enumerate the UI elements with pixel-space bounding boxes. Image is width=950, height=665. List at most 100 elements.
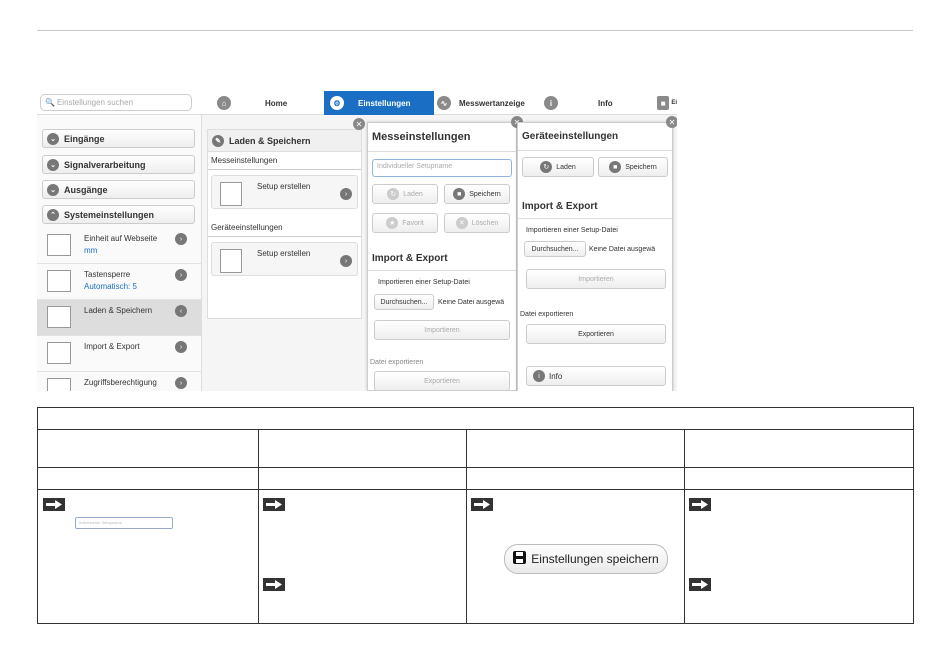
panel-laden-speichern: ✎ Laden & Speichern Messeinstellungen Se… <box>207 129 362 319</box>
chevron-right-icon: › <box>175 233 187 245</box>
access-icon <box>47 378 71 391</box>
tab-info[interactable]: i Info <box>544 91 649 115</box>
arrow-right-icon <box>43 498 65 511</box>
chevron-right-icon: › <box>340 188 352 200</box>
file-status: Keine Datei ausgewä <box>589 246 656 253</box>
settings-screenshot: 🔍 Einstellungen suchen ⌂ Home ⚙ Einstell… <box>37 91 677 391</box>
unit-icon <box>47 234 71 256</box>
import-button[interactable]: Importieren <box>374 320 510 340</box>
info-icon: i <box>544 96 558 110</box>
sidebar-item-zugriff[interactable]: Zugriffsberechtigung › <box>37 372 202 391</box>
tab-einstellungen[interactable]: ⚙ Einstellungen <box>324 91 434 115</box>
import-export-icon <box>47 342 71 364</box>
export-button[interactable]: Exportieren <box>526 324 666 344</box>
column-divider <box>258 430 259 623</box>
instruction-table: Individueller Setupname Einstellungen sp… <box>37 407 914 624</box>
device-icon <box>220 249 242 273</box>
keypad-icon <box>47 270 71 292</box>
table-row <box>38 430 913 468</box>
tab-save[interactable]: ■ Ei <box>657 91 677 115</box>
sidebar: ⌄ Eingänge ⌄ Signalverarbeitung ⌄ Ausgän… <box>37 115 202 391</box>
arrow-right-icon <box>263 578 285 591</box>
group-eingaenge[interactable]: ⌄ Eingänge <box>42 129 195 148</box>
edit-doc-icon <box>47 306 71 328</box>
delete-icon: ✕ <box>455 217 468 229</box>
load-button[interactable]: ↻ Laden <box>372 184 438 204</box>
setup-card-geraet[interactable]: Setup erstellen › <box>211 242 358 276</box>
group-signalverarbeitung[interactable]: ⌄ Signalverarbeitung <box>42 155 195 174</box>
save-settings-button: Einstellungen speichern <box>504 544 668 574</box>
load-icon: ↻ <box>540 161 553 173</box>
setup-card-mess[interactable]: Setup erstellen › <box>211 175 358 209</box>
table-header-row <box>38 408 913 430</box>
home-icon: ⌂ <box>217 96 231 110</box>
search-icon: 🔍 <box>45 98 55 107</box>
export-label: Datei exportieren <box>520 311 574 318</box>
section-title: Geräteeinstellungen <box>208 219 361 237</box>
chevron-right-icon: › <box>340 255 352 267</box>
table-row <box>38 468 913 490</box>
setup-name-input[interactable]: Individueller Setupname <box>372 159 512 177</box>
close-icon[interactable]: ✕ <box>353 118 365 130</box>
panel-geraeteeinstellungen: Geräteeinstellungen ↻ Laden ■ Speichern … <box>517 122 673 391</box>
chevron-down-icon: ⌄ <box>47 132 59 145</box>
lock-icon: ■ <box>609 161 622 173</box>
column-divider <box>684 430 685 623</box>
setup-name-input: Individueller Setupname <box>75 517 173 529</box>
favorite-button[interactable]: ★ Favorit <box>372 213 438 233</box>
tab-bar: 🔍 Einstellungen suchen ⌂ Home ⚙ Einstell… <box>37 91 677 115</box>
column-divider <box>466 430 467 623</box>
search-input[interactable]: 🔍 Einstellungen suchen <box>40 94 192 111</box>
floppy-icon <box>513 551 527 567</box>
tab-home[interactable]: ⌂ Home <box>217 91 322 115</box>
delete-button[interactable]: ✕ Löschen <box>444 213 510 233</box>
sidebar-item-import-export[interactable]: Import & Export › <box>37 336 202 372</box>
section-title: Import & Export <box>368 247 516 271</box>
browse-button[interactable]: Durchsuchen... <box>524 241 586 257</box>
browse-button[interactable]: Durchsuchen... <box>374 294 434 310</box>
document-icon <box>220 182 242 206</box>
load-icon: ↻ <box>387 188 400 200</box>
gauge-icon: ∿ <box>437 96 451 110</box>
export-button[interactable]: Exportieren <box>374 371 510 391</box>
group-systemeinstellungen[interactable]: ⌃ Systemeinstellungen <box>42 205 195 224</box>
lock-icon: ■ <box>453 188 466 200</box>
chevron-right-icon: › <box>175 377 187 389</box>
arrow-right-icon <box>263 498 285 511</box>
import-label: Importieren einer Setup-Datei <box>526 227 618 234</box>
file-status: Keine Datei ausgewä <box>438 299 505 306</box>
sidebar-item-einheit[interactable]: Einheit auf Webseite mm › <box>37 228 202 264</box>
chevron-left-icon: ‹ <box>175 305 187 317</box>
sidebar-item-laden-speichern[interactable]: Laden & Speichern ‹ <box>37 300 202 336</box>
info-button[interactable]: i Info <box>526 366 666 386</box>
save-icon: ■ <box>657 96 670 110</box>
section-title: Messeinstellungen <box>208 152 361 170</box>
save-button[interactable]: ■ Speichern <box>444 184 510 204</box>
arrow-right-icon <box>689 578 711 591</box>
section-title: Import & Export <box>518 195 672 219</box>
top-divider <box>37 30 913 31</box>
panel-title: Messeinstellungen <box>368 123 516 152</box>
star-icon: ★ <box>386 217 399 229</box>
arrow-right-icon <box>689 498 711 511</box>
info-icon: i <box>533 370 545 382</box>
edit-icon: ✎ <box>212 134 224 147</box>
group-ausgaenge[interactable]: ⌄ Ausgänge <box>42 180 195 199</box>
chevron-down-icon: ⌄ <box>47 183 59 196</box>
close-icon[interactable]: ✕ <box>666 116 677 128</box>
gear-icon: ⚙ <box>330 96 344 110</box>
chevron-down-icon: ⌄ <box>47 158 59 171</box>
arrow-right-icon <box>471 498 493 511</box>
sidebar-item-tastensperre[interactable]: Tastensperre Automatisch: 5 › <box>37 264 202 300</box>
chevron-right-icon: › <box>175 269 187 281</box>
tab-messwertanzeige[interactable]: ∿ Messwertanzeige <box>437 91 542 115</box>
save-button[interactable]: ■ Speichern <box>598 157 668 177</box>
export-label: Datei exportieren <box>370 359 424 366</box>
load-button[interactable]: ↻ Laden <box>522 157 594 177</box>
panel-title: Geräteeinstellungen <box>518 123 672 151</box>
panel-header: ✎ Laden & Speichern <box>208 130 361 152</box>
chevron-up-icon: ⌃ <box>47 208 59 221</box>
import-label: Importieren einer Setup-Datei <box>378 279 470 286</box>
import-button[interactable]: Importieren <box>526 269 666 289</box>
panel-messeinstellungen: Messeinstellungen Individueller Setupnam… <box>367 122 517 391</box>
